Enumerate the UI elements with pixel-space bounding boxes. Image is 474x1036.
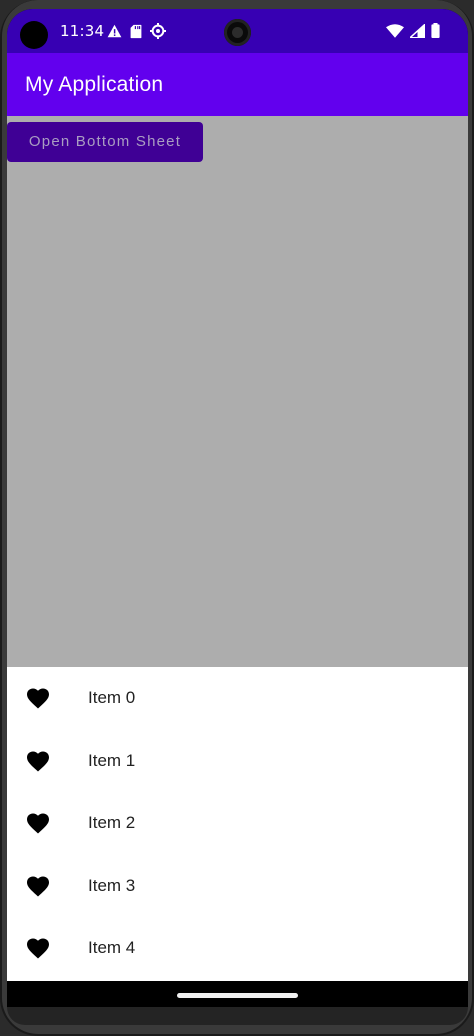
settings-icon: [150, 23, 166, 39]
status-left-icons: [107, 23, 166, 39]
list-item[interactable]: Item 2: [7, 792, 468, 855]
list-item[interactable]: Item 0: [7, 667, 468, 730]
heart-icon: [27, 751, 49, 772]
app-bar: My Application: [7, 53, 468, 116]
battery-icon: [431, 23, 440, 38]
app-title: My Application: [25, 73, 164, 96]
heart-icon: [27, 688, 49, 709]
list-item-label: Item 2: [88, 813, 136, 832]
navigation-bar: [7, 981, 468, 1007]
open-bottom-sheet-button[interactable]: Open Bottom Sheet: [7, 122, 203, 162]
list-item-label: Item 3: [88, 876, 136, 895]
wifi-icon: [386, 23, 404, 38]
sd-card-icon: [130, 24, 142, 38]
list-item-label: Item 4: [88, 938, 136, 957]
phone-screen: 11:34 My Application Open Bottom Sheet I…: [7, 9, 468, 1007]
list-item[interactable]: Item 1: [7, 730, 468, 793]
warning-icon: [107, 24, 122, 38]
heart-icon: [27, 813, 49, 834]
list-item[interactable]: Item 3: [7, 855, 468, 918]
bottom-sheet: Item 0 Item 1 Item 2 Item 3 Item 4: [7, 667, 468, 981]
list-item-label: Item 1: [88, 751, 136, 770]
device-chin: [7, 1007, 468, 1025]
heart-icon: [27, 876, 49, 897]
status-time: 11:34: [60, 22, 105, 40]
cutout-dot: [20, 21, 48, 49]
list-item-label: Item 0: [88, 688, 136, 707]
list-item[interactable]: Item 4: [7, 917, 468, 980]
signal-icon: [410, 23, 425, 38]
front-camera: [224, 19, 251, 46]
status-bar: 11:34: [7, 9, 468, 53]
status-right-icons: [386, 23, 440, 38]
home-gesture-handle[interactable]: [177, 993, 298, 998]
main-content-scrim[interactable]: Open Bottom Sheet: [7, 116, 468, 667]
heart-icon: [27, 938, 49, 959]
